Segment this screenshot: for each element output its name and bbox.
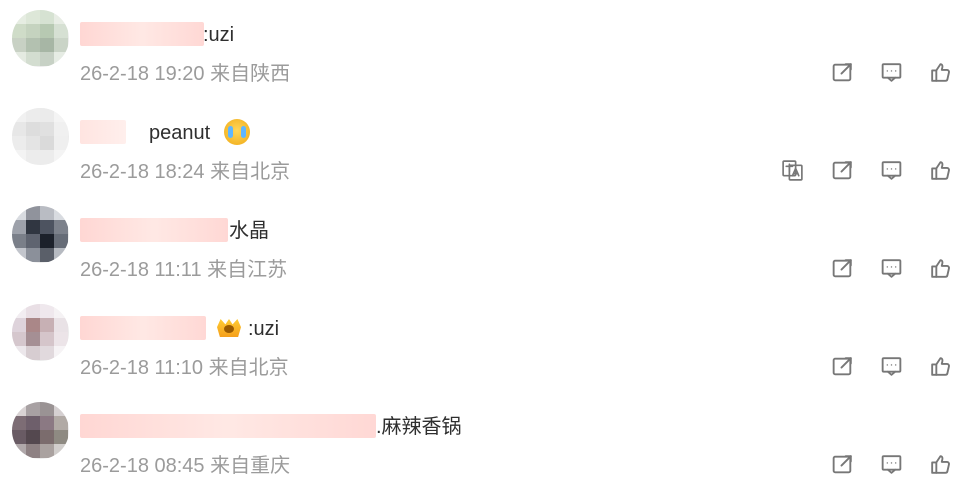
thumb-up-icon[interactable] xyxy=(926,352,954,380)
share-icon[interactable] xyxy=(828,450,856,478)
comment-text: :uzi xyxy=(248,318,280,340)
blurred-username xyxy=(80,414,376,438)
comment-item: 水晶 26-2-18 11:11 来自江苏 xyxy=(0,206,961,304)
thumb-up-icon[interactable] xyxy=(926,254,954,282)
comment-item: peanut 26-2-18 18:24 来自北京 xyxy=(0,108,961,206)
comment-list: :uzi 26-2-18 19:20 来自陕西 peanut 26-2-18 1… xyxy=(0,0,961,490)
blurred-username xyxy=(80,218,228,242)
thumb-up-icon[interactable] xyxy=(926,58,954,86)
share-icon[interactable] xyxy=(828,58,856,86)
comment-text: :uzi xyxy=(203,24,235,46)
avatar[interactable] xyxy=(12,10,69,67)
comment-item: :uzi 26-2-18 19:20 来自陕西 xyxy=(0,10,961,108)
blurred-username xyxy=(80,316,206,340)
comment-icon[interactable] xyxy=(877,352,905,380)
share-icon[interactable] xyxy=(828,352,856,380)
comment-text: 水晶 xyxy=(229,220,269,242)
avatar[interactable] xyxy=(12,402,69,459)
comment-item: .麻辣香锅 26-2-18 08:45 来自重庆 xyxy=(0,402,961,490)
comment-meta: 26-2-18 08:45 来自重庆 xyxy=(80,455,291,477)
comment-text: .麻辣香锅 xyxy=(376,416,462,438)
avatar[interactable] xyxy=(12,206,69,263)
thumb-up-icon[interactable] xyxy=(926,450,954,478)
blurred-username xyxy=(80,22,204,46)
comment-icon[interactable] xyxy=(877,254,905,282)
crown-badge-icon xyxy=(214,314,244,342)
share-icon[interactable] xyxy=(828,254,856,282)
thumb-up-icon[interactable] xyxy=(926,156,954,184)
comment-icon[interactable] xyxy=(877,156,905,184)
share-icon[interactable] xyxy=(828,156,856,184)
comment-meta: 26-2-18 19:20 来自陕西 xyxy=(80,63,291,85)
blurred-username xyxy=(80,120,126,144)
comment-icon[interactable] xyxy=(877,58,905,86)
comment-meta: 26-2-18 18:24 来自北京 xyxy=(80,161,291,183)
comment-text: peanut xyxy=(149,122,211,144)
comment-item: :uzi 26-2-18 11:10 来自北京 xyxy=(0,304,961,402)
avatar[interactable] xyxy=(12,304,69,361)
translate-icon[interactable] xyxy=(778,156,806,184)
avatar[interactable] xyxy=(12,108,69,165)
comment-meta: 26-2-18 11:11 来自江苏 xyxy=(80,259,288,281)
comment-icon[interactable] xyxy=(877,450,905,478)
crying-emoji-icon xyxy=(224,119,250,145)
comment-meta: 26-2-18 11:10 来自北京 xyxy=(80,357,289,379)
